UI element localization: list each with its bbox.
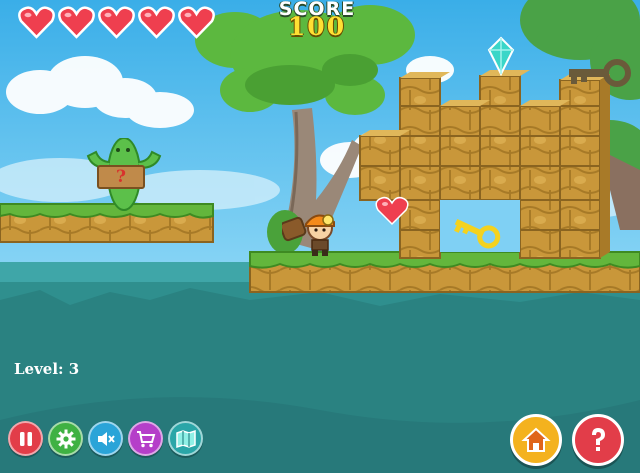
heart-icon (138, 6, 175, 39)
game-scene: ? (0, 0, 640, 473)
home-icon (521, 427, 551, 452)
heart-pickup (375, 196, 409, 226)
gear-icon (56, 429, 75, 448)
heart-icon (18, 6, 55, 39)
map-icon (175, 429, 196, 448)
level-indicator: Level: 3 (14, 360, 80, 378)
question-icon (592, 428, 605, 451)
heart-icon (178, 6, 215, 39)
score-value: 100 (287, 12, 347, 41)
settings-button[interactable] (48, 421, 83, 456)
speaker-muted-icon (97, 431, 115, 446)
lives-bar (18, 6, 215, 40)
pause-icon (19, 431, 32, 446)
shop-button[interactable] (128, 421, 163, 456)
heart-icon (58, 6, 95, 39)
cart-icon (136, 430, 155, 447)
control-buttons (8, 421, 203, 456)
home-button[interactable] (510, 414, 562, 466)
sound-button[interactable] (88, 421, 123, 456)
map-button[interactable] (168, 421, 203, 456)
help-button[interactable] (572, 414, 624, 466)
heart-icon (98, 6, 135, 39)
player-character (282, 214, 335, 256)
gold-key (454, 218, 501, 249)
gem-icon (487, 36, 515, 76)
pause-button[interactable] (8, 421, 43, 456)
key-icon (569, 59, 631, 87)
sign-text: ? (116, 167, 126, 187)
